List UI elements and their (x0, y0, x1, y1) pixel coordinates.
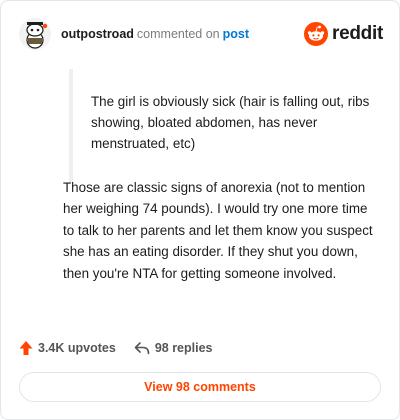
card-header: outpostroad commented on post reddit (19, 17, 383, 51)
upvote-arrow-icon (19, 341, 33, 355)
comment-body: Those are classic signs of anorexia (not… (63, 180, 373, 281)
brand-name: reddit (332, 23, 383, 44)
reply-arrow-icon (134, 342, 150, 355)
reddit-logo-icon (304, 22, 329, 46)
quoted-text: The girl is obviously sick (hair is fall… (69, 69, 391, 183)
snoo-avatar-icon (19, 18, 51, 50)
reddit-brand[interactable]: reddit (304, 22, 383, 46)
reply-count: 98 replies (154, 341, 213, 355)
comment-card: outpostroad commented on post reddit The g… (0, 0, 400, 420)
user-avatar[interactable] (19, 18, 51, 50)
username-link[interactable]: outpostroad (61, 27, 134, 41)
action-text: commented on (136, 27, 220, 41)
post-link[interactable]: post (223, 27, 249, 41)
reply-stat[interactable]: 98 replies (134, 341, 213, 355)
upvote-stat[interactable]: 3.4K upvotes (19, 340, 116, 356)
comment-meta: outpostroad commented on post (61, 26, 249, 42)
view-comments-button[interactable]: View 98 comments (19, 372, 381, 402)
comment-stats: 3.4K upvotes 98 replies (19, 339, 213, 357)
upvote-count: 3.4K upvotes (38, 341, 116, 355)
